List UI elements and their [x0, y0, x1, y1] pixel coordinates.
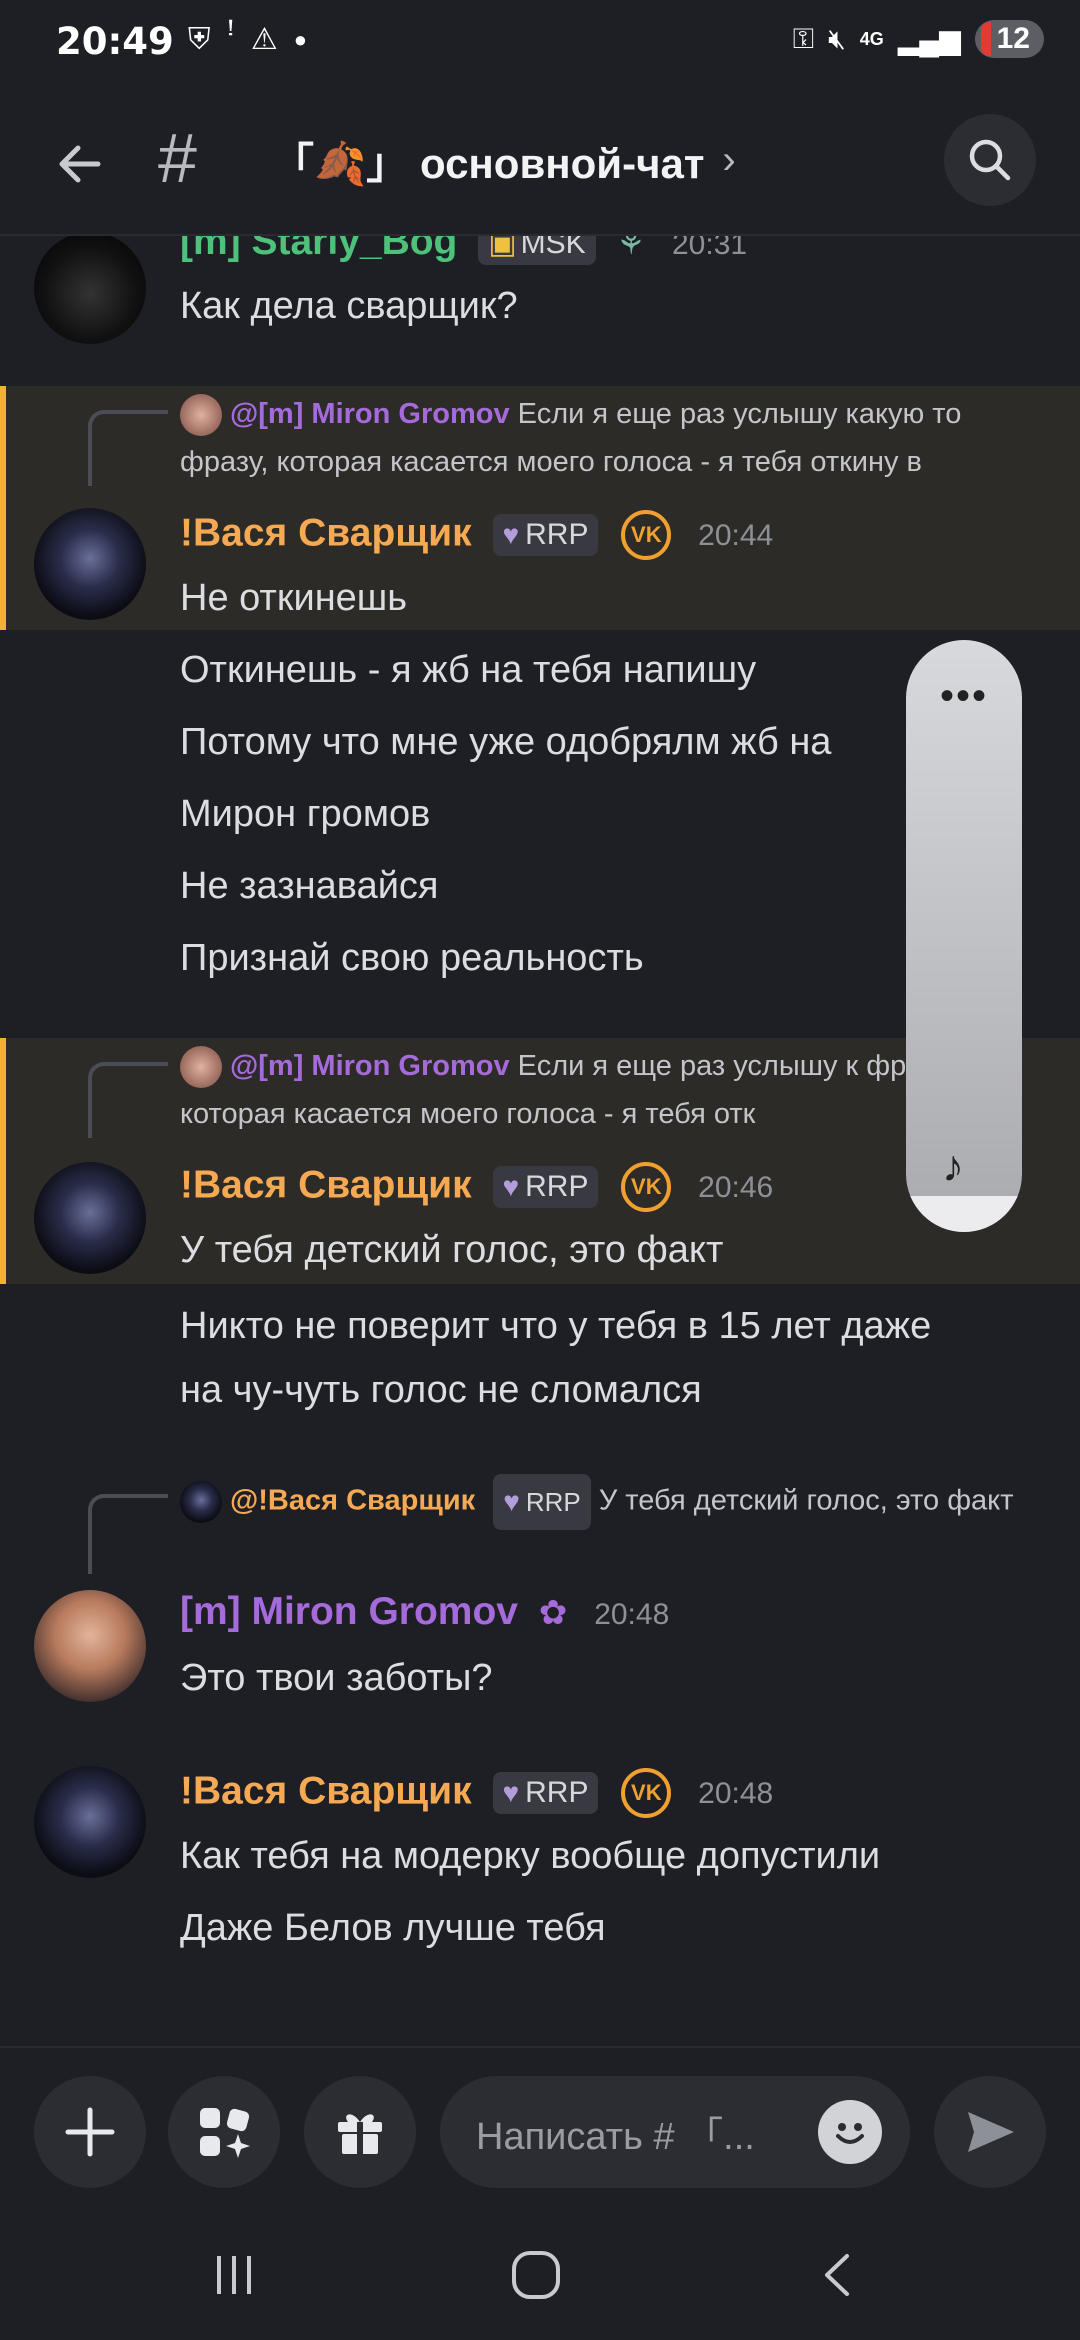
message-text: Никто не поверит что у тебя в 15 лет даж… [180, 1305, 932, 1347]
role-tag: ♥ RRP [493, 1474, 591, 1530]
decoration-icon: ✿ [538, 1594, 568, 1632]
home-button[interactable] [486, 2240, 586, 2310]
message-text: У тебя детский голос, это факт [180, 1229, 724, 1271]
recent-apps-button[interactable] [184, 2240, 284, 2310]
reply-preview[interactable]: @!Вася Сварщик ♥ RRP У тебя детский голос… [180, 1474, 1020, 1530]
status-bar: 20:49 ⛨ ꜝ ⚠ ● ⚿ 🔇︎ 4G ▂▄▆ 12 [0, 0, 1080, 90]
back-button[interactable] [40, 124, 120, 204]
send-icon [968, 2112, 1014, 2152]
apps-icon [200, 2108, 250, 2158]
vk-icon: VK [621, 510, 672, 560]
vk-icon: VK [621, 1768, 672, 1818]
reply-preview[interactable]: @[m] Miron Gromov Если я еще раз услышу … [180, 1042, 1020, 1138]
role-tag: ♥ RRP [492, 514, 599, 556]
role-tag: ♥ RRP [492, 1166, 599, 1208]
message-input[interactable]: Написать # 「... [440, 2076, 910, 2188]
gift-button[interactable] [304, 2076, 416, 2188]
message-text: Откинешь - я жб на тебя напишу [180, 649, 757, 691]
decoration-icon: ⚘ [616, 236, 646, 261]
avatar[interactable] [34, 236, 146, 344]
message-author[interactable]: [m] Starly_Bog ▣ MSK ⚘ 20:31 [180, 236, 748, 266]
avatar [180, 1046, 222, 1089]
message-time: 20:44 [698, 519, 774, 553]
chevron-left-icon [825, 2254, 849, 2296]
avatar[interactable] [34, 1766, 146, 1878]
add-attachment-button[interactable] [34, 2076, 146, 2188]
key-icon: ⚿ [792, 22, 815, 54]
more-icon[interactable]: ••• [906, 674, 1022, 719]
signal-icon: ▂▄▆ [897, 23, 961, 55]
message-text: Как дела сварщик? [180, 285, 518, 327]
search-button[interactable] [944, 114, 1036, 206]
dot-icon: ● [293, 26, 308, 52]
message-author[interactable]: !Вася Сварщик ♥ RRP VK 20:46 [180, 1162, 773, 1212]
warning-icon: ⚠ [250, 23, 278, 56]
network-label: 4G [859, 28, 884, 49]
message-author[interactable]: [m] Miron Gromov ✿ 20:48 [180, 1590, 669, 1634]
steps-icon: ꜝ [226, 22, 235, 56]
emoji-button[interactable] [818, 2100, 882, 2164]
system-nav-bar [0, 2206, 1080, 2340]
heart-icon: ♥ [502, 1171, 520, 1202]
message-text: Не зазнавайся [180, 865, 439, 907]
badge-icon: ▣ [488, 236, 517, 261]
message-text: Даже Белов лучше тебя [180, 1907, 606, 1949]
music-note-icon: ♪ [942, 1142, 964, 1191]
heart-icon: ♥ [502, 1777, 520, 1808]
heart-icon: ♥ [503, 1486, 520, 1517]
plus-icon [65, 2107, 115, 2157]
vk-icon: VK [621, 1162, 672, 1212]
reply-preview[interactable]: @[m] Miron Gromov Если я еще раз услышу … [180, 390, 1020, 486]
chevron-right-icon: › [722, 138, 736, 182]
message-author[interactable]: !Вася Сварщик ♥ RRP VK 20:44 [180, 510, 773, 560]
arrow-left-icon [59, 145, 101, 183]
avatar[interactable] [34, 508, 146, 620]
message-input-placeholder: Написать # 「... [476, 2115, 755, 2158]
composer-bar: Написать # 「... [0, 2046, 1080, 2206]
mute-icon: 🔇︎ [828, 22, 846, 54]
message-text: Как тебя на модерку вообще допустили [180, 1835, 881, 1877]
gift-icon [338, 2114, 382, 2154]
message-text: Потому что мне уже одобрялм жб на [180, 721, 832, 763]
avatar[interactable] [34, 1162, 146, 1274]
nav-back-button[interactable] [788, 2240, 888, 2310]
hash-icon: # [158, 119, 197, 197]
status-time: 20:49 [56, 20, 174, 63]
message-time: 20:31 [671, 236, 748, 261]
recents-icon [217, 2256, 251, 2294]
message-text: Это твои заботы? [180, 1657, 493, 1699]
heart-icon: ♥ [502, 519, 520, 550]
avatar [180, 1481, 222, 1523]
message-time: 20:46 [698, 1171, 774, 1205]
channel-title[interactable]: 「🍂」 основной-чат › [272, 130, 736, 191]
shield-icon: ⛨ [188, 22, 211, 56]
send-button[interactable] [934, 2076, 1046, 2188]
apps-button[interactable] [168, 2076, 280, 2188]
battery-indicator: 12 [974, 20, 1044, 58]
search-icon [969, 139, 1011, 181]
message-text: на чу-чуть голос не сломался [180, 1369, 702, 1411]
message-text: Не откинешь [180, 577, 408, 619]
message-time: 20:48 [594, 1598, 670, 1631]
floating-media-widget[interactable]: ••• ♪ [906, 640, 1022, 1232]
role-tag: ▣ MSK [478, 236, 596, 266]
message-time: 20:48 [698, 1777, 774, 1811]
message-text: Признай свою реальность [180, 937, 644, 979]
channel-header: # 「🍂」 основной-чат › [0, 90, 1080, 236]
avatar[interactable] [34, 1590, 146, 1702]
message-text: Мирон громов [180, 793, 431, 835]
message-author[interactable]: !Вася Сварщик ♥ RRP VK 20:48 [180, 1768, 773, 1818]
role-tag: ♥ RRP [492, 1772, 599, 1814]
smiley-icon [836, 2123, 864, 2144]
avatar [180, 394, 222, 437]
home-icon [512, 2251, 560, 2299]
